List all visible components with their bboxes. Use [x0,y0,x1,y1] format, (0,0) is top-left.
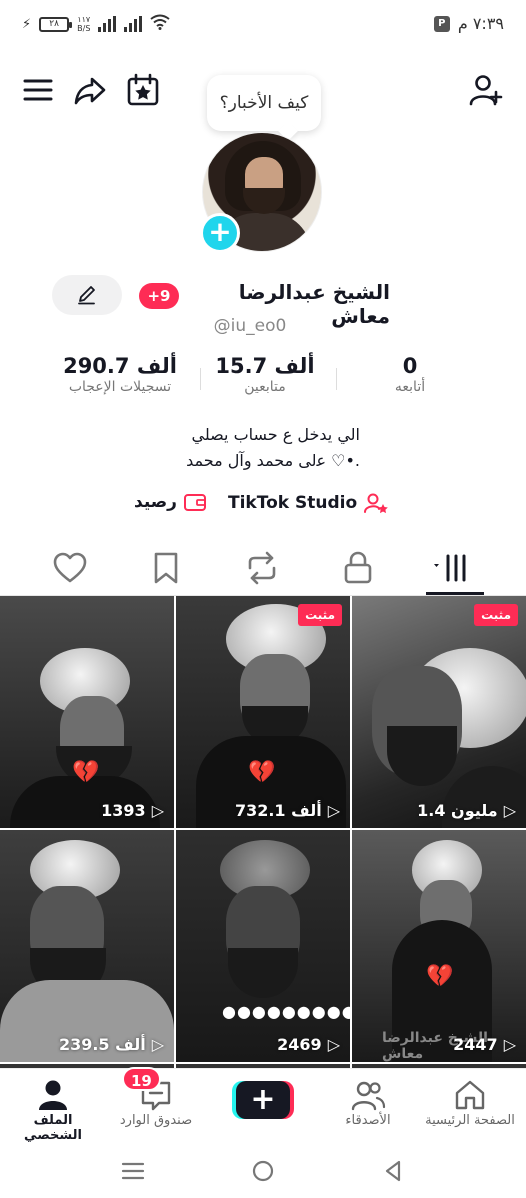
network-speed: ١١٧ B/S [77,15,91,33]
video-grid: مثبت 1.4 مليون ▷ 💔 مثبت 732.1 ألف ▷ 💔 1393… [0,596,526,1070]
bottom-nav: الملف الشخصي صندوق الوارد 19 + الأصدقاء … [0,1067,526,1143]
view-count: 2447 ▷ [453,1035,516,1054]
video-tile[interactable]: مثبت 1.4 مليون ▷ [352,596,526,828]
battery-icon: ٢٨ [39,16,73,32]
nav-profile[interactable]: الملف الشخصي [3,1077,103,1143]
play-icon: ▷ [327,801,340,820]
nav-home[interactable]: الصفحة الرئيسية [420,1077,520,1128]
hamburger-icon[interactable] [20,72,56,108]
status-right: P ٧:٣٩ م [433,14,504,33]
create-button[interactable]: + [232,1081,294,1119]
profile-tabs [0,540,526,596]
grid-videos-icon [434,554,466,582]
tiktok-studio-link[interactable]: TikTok Studio [228,492,389,514]
pinned-badge: مثبت [474,604,518,626]
stat-divider [200,368,201,390]
broken-heart-icon: 💔 [426,964,454,989]
calendar-star-icon[interactable] [125,72,161,108]
play-icon: ▷ [503,801,516,820]
video-tile[interactable]: 💔 مثبت 732.1 ألف ▷ [176,596,350,828]
tab-liked[interactable] [50,548,90,588]
pinned-badge: مثبت [298,604,342,626]
profile-icon [39,1080,67,1110]
repost-icon [248,551,276,585]
user-star-icon [364,493,388,514]
view-count: 239.5 ألف ▷ [58,1035,164,1054]
video-tile[interactable]: 239.5 ألف ▷ [0,830,174,1062]
play-icon: ▷ [151,1035,164,1054]
notification-badge[interactable]: +9 [139,283,179,309]
clock: ٧:٣٩ م [457,14,504,33]
tab-private[interactable] [338,548,378,588]
caption-dots: ●●●●●●●●●● [222,1002,350,1021]
recent-apps-icon[interactable] [118,1156,148,1186]
plus-icon: + [236,1081,290,1119]
balance-link[interactable]: رصيد [134,492,207,512]
home-circle-icon[interactable] [248,1156,278,1186]
profile-bio: الي يدخل ع حساب يصلي ﻋﻟﻰ محمد وآل محمد ♡… [186,425,360,470]
bookmark-icon [154,552,178,584]
app-notification-icon: P [433,15,450,32]
back-icon[interactable] [378,1156,408,1186]
view-count: 732.1 ألف ▷ [234,801,340,820]
charging-icon: ⚡ [22,16,32,32]
wifi-icon [150,14,171,34]
tab-underline [426,592,484,595]
play-icon: ▷ [327,1035,340,1054]
signal-icon-2 [124,16,143,32]
home-icon [455,1080,485,1110]
video-tile[interactable]: 💔 الشيخ عبدالرضا معاش 2447 ▷ [352,830,526,1062]
video-tile[interactable]: 💔 1393 ▷ [0,596,174,828]
play-icon: ▷ [503,1035,516,1054]
video-tile[interactable]: ●●●●●●●●●● 2469▷ [176,830,350,1062]
profile-handle: @iu_eo0 [213,316,287,336]
play-icon: ▷ [151,801,164,820]
avatar-add-button[interactable]: + [200,213,240,253]
add-user-icon[interactable] [468,72,504,108]
pencil-icon [78,286,95,305]
studio-row: TikTok Studio رصيد [0,492,526,522]
broken-heart-icon: 💔 [72,760,100,785]
view-count: 1.4 مليون ▷ [417,801,516,820]
tab-saved[interactable] [146,548,186,588]
stat-followers[interactable]: 15.7 ألف متابعين [210,354,320,395]
stat-divider [336,368,337,390]
nav-friends[interactable]: الأصدقاء [318,1077,418,1128]
status-bubble[interactable]: كيف الأخبار؟ [207,75,321,131]
status-left: ⚡ ٢٨ ١١٧ B/S [22,14,171,34]
view-count: 2469 ▷ [277,1035,340,1054]
edit-name-button[interactable] [52,275,122,315]
view-count: 1393 ▷ [101,801,164,820]
signal-icon [98,16,117,32]
tab-videos[interactable] [434,548,474,588]
stat-likes[interactable]: 290.7 ألف تسجيلات الإعجاب [50,354,190,395]
heart-outline-icon [53,552,87,583]
share-arrow-icon[interactable] [72,72,108,108]
friends-icon [351,1081,386,1111]
tab-reposts[interactable] [242,548,282,588]
lock-icon [344,551,372,584]
status-bar: ⚡ ٢٨ ١١٧ B/S P ٧:٣٩ م [0,0,526,52]
inbox-badge: 19 [122,1067,161,1091]
stat-following[interactable]: 0 أتابعه [370,354,450,395]
broken-heart-icon: 💔 [248,760,276,785]
wallet-icon [183,494,206,511]
system-nav [0,1140,526,1198]
